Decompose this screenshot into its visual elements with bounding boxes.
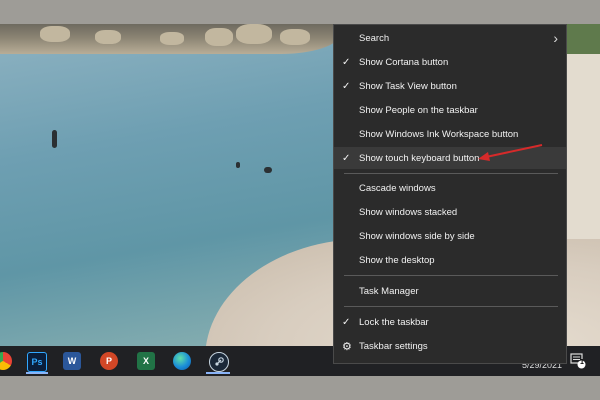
checkmark-icon: ✓ — [342, 56, 351, 68]
menu-item-label: Lock the taskbar — [359, 316, 429, 328]
menu-item-label: Taskbar settings — [359, 340, 428, 352]
menu-divider — [344, 306, 558, 307]
menu-divider — [344, 173, 558, 174]
active-app-indicator — [26, 372, 48, 374]
rock — [280, 29, 310, 45]
notification-icon[interactable]: 1 — [570, 353, 586, 369]
excel-icon[interactable]: X — [137, 352, 155, 370]
menu-item-task-manager[interactable]: Task Manager — [334, 280, 566, 302]
word-icon-text: W — [67, 356, 77, 366]
trees-decoration — [566, 24, 600, 56]
menu-item-show-desktop[interactable]: Show the desktop — [334, 249, 566, 271]
photoshop-icon[interactable]: Ps — [27, 352, 47, 372]
rock — [205, 28, 233, 46]
checkmark-icon: ✓ — [342, 316, 351, 328]
steam-icon[interactable] — [209, 352, 229, 372]
swimmer-figure — [264, 167, 272, 173]
swimmer-figure — [236, 162, 240, 168]
menu-item-label: Show touch keyboard button — [359, 152, 480, 164]
menu-item-show-task-view[interactable]: ✓ Show Task View button — [334, 75, 566, 97]
steam-glyph — [215, 357, 224, 366]
rock — [160, 32, 184, 45]
rock — [236, 24, 272, 44]
powerpoint-icon-text: P — [105, 356, 112, 366]
gear-icon: ⚙ — [342, 340, 352, 353]
menu-item-label: Show Cortana button — [359, 56, 449, 68]
powerpoint-icon[interactable]: P — [100, 352, 118, 370]
submenu-chevron-icon: › — [553, 30, 558, 46]
notification-count: 1 — [580, 359, 584, 366]
menu-item-lock-taskbar[interactable]: ✓ Lock the taskbar — [334, 311, 566, 333]
menu-item-label: Show Task View button — [359, 80, 457, 92]
rock — [40, 26, 70, 42]
menu-item-label: Search — [359, 32, 390, 44]
menu-item-show-people[interactable]: Show People on the taskbar — [334, 99, 566, 121]
menu-item-label: Show Windows Ink Workspace button — [359, 128, 519, 140]
menu-item-taskbar-settings[interactable]: ⚙ Taskbar settings — [334, 335, 566, 357]
swimmer-figure — [52, 130, 57, 148]
annotation-arrow-icon — [478, 144, 543, 161]
excel-icon-text: X — [142, 356, 149, 366]
word-icon[interactable]: W — [63, 352, 81, 370]
checkmark-icon: ✓ — [342, 152, 351, 164]
menu-item-search[interactable]: Search › — [334, 27, 566, 49]
menu-item-label: Show the desktop — [359, 254, 435, 266]
active-app-indicator — [206, 372, 230, 374]
menu-divider — [344, 275, 558, 276]
menu-item-label: Show People on the taskbar — [359, 104, 478, 116]
photoshop-icon-text: Ps — [31, 357, 43, 367]
menu-item-label: Task Manager — [359, 285, 419, 297]
menu-item-label: Show windows stacked — [359, 206, 458, 218]
menu-item-cascade-windows[interactable]: Cascade windows — [334, 177, 566, 199]
taskbar-context-menu: Search › ✓ Show Cortana button ✓ Show Ta… — [333, 24, 567, 364]
menu-item-show-cortana[interactable]: ✓ Show Cortana button — [334, 51, 566, 73]
checkmark-icon: ✓ — [342, 80, 351, 92]
menu-item-windows-stacked[interactable]: Show windows stacked — [334, 201, 566, 223]
menu-item-label: Show windows side by side — [359, 230, 475, 242]
menu-item-windows-side-by-side[interactable]: Show windows side by side — [334, 225, 566, 247]
menu-item-label: Cascade windows — [359, 182, 436, 194]
edge-icon[interactable] — [173, 352, 191, 370]
rock — [95, 30, 121, 44]
